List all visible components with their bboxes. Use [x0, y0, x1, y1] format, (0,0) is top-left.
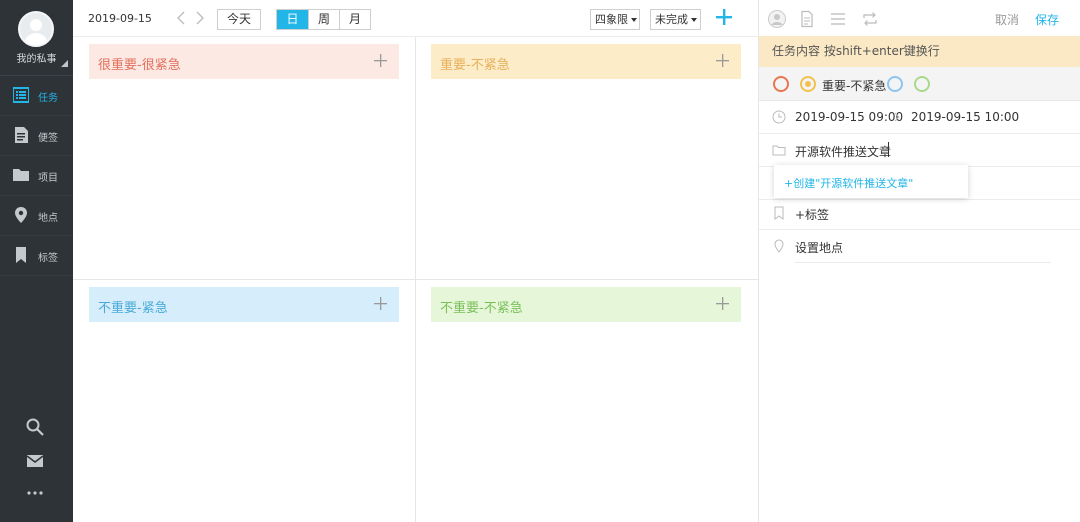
create-project-suggestion-text: +创建"开源软件推送文章" [784, 177, 914, 190]
sidebar-item-label: 标签 [38, 253, 58, 264]
chevron-right-icon [894, 112, 900, 122]
document-icon[interactable] [798, 10, 816, 28]
quadrant-title: 很重要-很紧急 [98, 58, 181, 73]
project-row[interactable]: 开源软件推送文章 [759, 134, 1080, 167]
sidebar-item-label: 地点 [38, 213, 58, 224]
sidebar-item-label: 任务 [38, 93, 58, 104]
caret-down-icon [691, 18, 697, 22]
quadrant-select[interactable]: 四象限 [590, 9, 640, 30]
quadrant-select-value: 四象限 [595, 13, 628, 26]
save-button[interactable]: 保存 [1035, 11, 1059, 28]
current-date: 2019-09-15 [88, 12, 152, 25]
location-pin-icon [15, 207, 27, 223]
end-time[interactable]: 2019-09-15 10:00 [911, 110, 1019, 124]
tab-month[interactable]: 月 [339, 10, 370, 29]
mail-icon[interactable] [26, 452, 44, 470]
caret-down-icon [631, 18, 637, 22]
priority-urgent-not-important-option[interactable] [887, 76, 903, 92]
sidebar-item-projects[interactable]: 项目 [0, 156, 73, 196]
plus-icon[interactable] [716, 297, 729, 310]
quadrant-header-urgent-not-important: 不重要-紧急 [89, 287, 399, 322]
avatar[interactable] [18, 11, 54, 47]
quadrant-header-not-urgent-not-important: 不重要-不紧急 [431, 287, 741, 322]
clock-icon [772, 110, 786, 124]
note-icon [15, 127, 28, 143]
location-row-divider [795, 262, 1051, 263]
tab-week[interactable]: 周 [308, 10, 339, 29]
profile-corner-indicator [61, 60, 68, 67]
status-select-value: 未完成 [655, 13, 688, 26]
more-dots-icon[interactable] [26, 484, 44, 502]
sidebar: 我的私事 任务 便签 项目 地点 标签 [0, 0, 73, 522]
toolbar: 2019-09-15 今天 日 周 月 四象限 未完成 [73, 0, 758, 37]
bookmark-icon [16, 247, 26, 263]
sidebar-item-label: 项目 [38, 173, 58, 184]
list-icon [13, 87, 29, 103]
quadrant-header-urgent-important: 很重要-很紧急 [89, 44, 399, 79]
location-row[interactable]: 设置地点 [759, 230, 1080, 263]
status-select[interactable]: 未完成 [650, 9, 701, 30]
panel-toolbar: 取消 保存 [759, 0, 1080, 36]
view-switcher: 日 周 月 [276, 9, 371, 30]
plus-icon[interactable] [716, 9, 732, 25]
folder-icon [13, 169, 29, 181]
location-pin-icon [774, 239, 784, 253]
plus-icon[interactable] [716, 54, 729, 67]
priority-not-urgent-not-important-option[interactable] [914, 76, 930, 92]
quadrant-divider-horizontal [73, 279, 758, 280]
main-area: 2019-09-15 今天 日 周 月 四象限 未完成 很重要-很紧急 重要-不… [73, 0, 758, 522]
task-content-input[interactable]: 任务内容 按shift+enter键换行 [759, 36, 1080, 67]
repeat-icon[interactable] [861, 10, 879, 28]
profile-area[interactable]: 我的私事 [0, 0, 73, 76]
location-label[interactable]: 设置地点 [795, 239, 843, 256]
tag-row[interactable]: +标签 [759, 197, 1080, 230]
start-time[interactable]: 2019-09-15 09:00 [795, 110, 903, 124]
list-icon[interactable] [829, 10, 847, 28]
priority-important-not-urgent-option[interactable] [800, 76, 816, 92]
task-editor-panel: 取消 保存 任务内容 按shift+enter键换行 重要-不紧急 2019-0… [758, 0, 1080, 522]
time-row[interactable]: 2019-09-15 09:00 2019-09-15 10:00 [759, 101, 1080, 134]
sidebar-item-notes[interactable]: 便签 [0, 116, 73, 156]
chevron-left-icon[interactable] [176, 11, 186, 25]
bookmark-icon [774, 206, 784, 220]
cancel-button[interactable]: 取消 [995, 11, 1019, 28]
create-project-suggestion[interactable]: +创建"开源软件推送文章" [774, 165, 968, 198]
quadrant-title: 不重要-紧急 [98, 301, 168, 316]
plus-icon[interactable] [374, 54, 387, 67]
tab-day[interactable]: 日 [277, 10, 308, 29]
sidebar-item-locations[interactable]: 地点 [0, 196, 73, 236]
text-cursor [888, 142, 889, 157]
sidebar-item-label: 便签 [38, 133, 58, 144]
today-button[interactable]: 今天 [217, 9, 261, 30]
sidebar-item-tags[interactable]: 标签 [0, 236, 73, 276]
priority-urgent-important-option[interactable] [773, 76, 789, 92]
quadrant-title: 不重要-不紧急 [440, 301, 523, 316]
quadrant-header-important-not-urgent: 重要-不紧急 [431, 44, 741, 79]
tag-label[interactable]: +标签 [795, 206, 829, 223]
plus-icon[interactable] [374, 297, 387, 310]
search-icon[interactable] [26, 418, 44, 436]
folder-icon [772, 145, 786, 156]
sidebar-item-tasks[interactable]: 任务 [0, 76, 73, 116]
chevron-right-icon[interactable] [195, 11, 205, 25]
user-avatar-icon[interactable] [768, 10, 786, 28]
priority-selector: 重要-不紧急 [759, 67, 1080, 101]
quadrant-title: 重要-不紧急 [440, 58, 510, 73]
project-input[interactable]: 开源软件推送文章 [795, 143, 891, 160]
priority-label: 重要-不紧急 [822, 79, 887, 93]
